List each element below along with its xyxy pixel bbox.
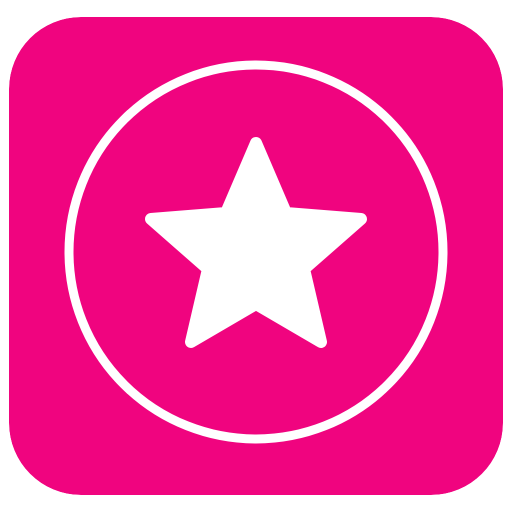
app-icon[interactable] [9,17,503,495]
icon-canvas [0,0,512,512]
app-icon-graphic [9,17,503,495]
